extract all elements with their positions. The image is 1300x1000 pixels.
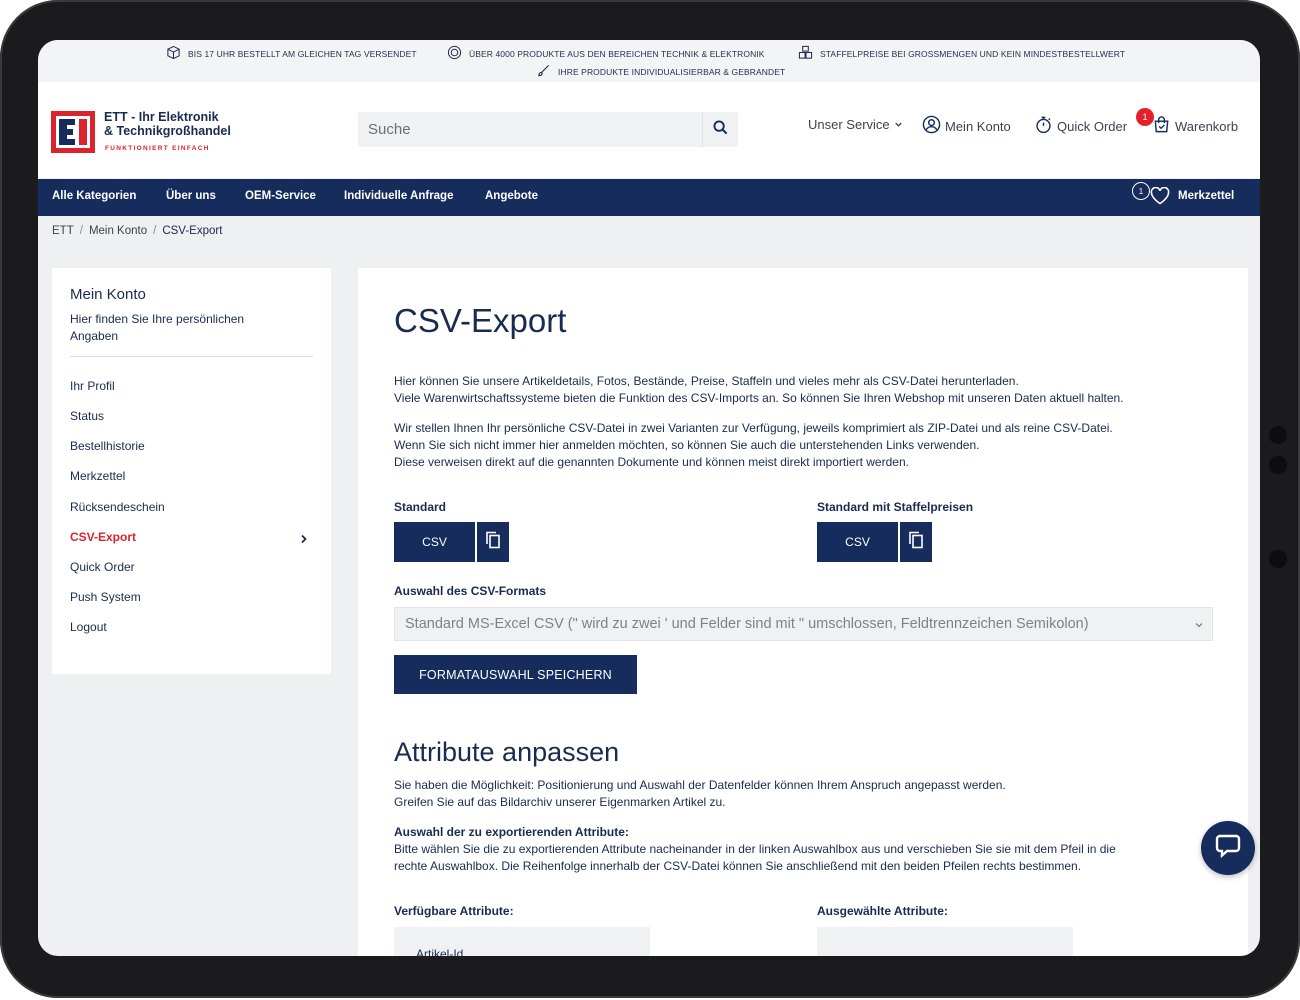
copy-icon bbox=[908, 531, 924, 554]
info-text: Wir stellen Ihnen Ihr persönliche CSV-Da… bbox=[394, 421, 1113, 435]
nav-wishlist[interactable]: Merkzettel bbox=[1178, 190, 1234, 202]
sidebar-item-logout[interactable]: Logout bbox=[70, 620, 107, 634]
main-content: CSV-Export Hier können Sie unsere Artike… bbox=[358, 268, 1248, 956]
brush-icon bbox=[536, 63, 551, 80]
account-sidebar: Mein Konto Hier finden Sie Ihre persönli… bbox=[52, 268, 331, 674]
breadcrumb-separator: / bbox=[79, 225, 83, 237]
info-text: Wenn Sie sich nicht immer hier anmelden … bbox=[394, 438, 980, 452]
list-item[interactable]: Artikel-Id bbox=[416, 947, 463, 956]
breadcrumb: ETT / Mein Konto / CSV-Export bbox=[52, 225, 222, 237]
sidebar-item-status[interactable]: Status bbox=[70, 409, 104, 423]
intro-text: Viele Warenwirtschaftssysteme bieten die… bbox=[394, 391, 1124, 405]
info-products: ÜBER 4000 PRODUKTE AUS DEN BEREICHEN TEC… bbox=[447, 45, 765, 62]
user-icon bbox=[922, 115, 941, 137]
boxes-icon bbox=[798, 45, 813, 62]
camera-dot bbox=[1269, 456, 1287, 474]
service-menu[interactable]: Unser Service bbox=[808, 117, 903, 132]
nav-about[interactable]: Über uns bbox=[166, 190, 216, 202]
sidebar-item-order-history[interactable]: Bestellhistorie bbox=[70, 439, 145, 453]
attributes-instructions: rechte Auswahlbox. Die Reihenfolge inner… bbox=[394, 859, 1082, 873]
breadcrumb-item[interactable]: Mein Konto bbox=[89, 225, 147, 237]
chevron-down-icon bbox=[894, 117, 903, 132]
intro-text: Hier können Sie unsere Artikeldetails, F… bbox=[394, 374, 1019, 388]
logo[interactable] bbox=[51, 111, 95, 153]
available-attributes-label: Verfügbare Attribute: bbox=[394, 904, 514, 918]
chat-icon bbox=[1215, 834, 1241, 863]
page-title: CSV-Export bbox=[394, 302, 567, 339]
sidebar-item-wishlist[interactable]: Merkzettel bbox=[70, 469, 125, 483]
logo-tagline: FUNKTIONIERT EINFACH bbox=[105, 145, 210, 152]
quick-order-link[interactable]: Quick Order bbox=[1034, 115, 1127, 137]
tablet-frame: BIS 17 UHR BESTELLT AM GLEICHEN TAG VERS… bbox=[0, 0, 1300, 998]
available-attributes-listbox[interactable]: Artikel-Id bbox=[394, 927, 650, 956]
staffel-label: Standard mit Staffelpreisen bbox=[817, 500, 974, 514]
staffel-csv-button[interactable]: CSV bbox=[817, 522, 898, 562]
search-button[interactable] bbox=[702, 112, 738, 147]
shopping-bag-icon bbox=[1152, 115, 1171, 137]
nav-oem-service[interactable]: OEM-Service bbox=[245, 190, 316, 202]
sidebar-item-profile[interactable]: Ihr Profil bbox=[70, 379, 115, 393]
camera-dot bbox=[1269, 426, 1287, 444]
csv-format-select[interactable]: Standard MS-Excel CSV (" wird zu zwei ' … bbox=[394, 607, 1213, 641]
camera-dot bbox=[1269, 550, 1287, 568]
main-nav: Alle Kategorien Über uns OEM-Service Ind… bbox=[38, 179, 1260, 216]
wishlist-count-badge: 1 bbox=[1132, 182, 1150, 200]
heart-icon[interactable] bbox=[1150, 186, 1170, 210]
divider bbox=[70, 356, 313, 357]
attributes-text: Greifen Sie auf das Bildarchiv unserer E… bbox=[394, 795, 726, 809]
header: ETT - Ihr Elektronik & Technikgroßhandel… bbox=[38, 82, 1260, 178]
chevron-down-icon bbox=[1194, 618, 1204, 634]
info-text: Diese verweisen direkt auf die genannten… bbox=[394, 455, 909, 469]
sidebar-item-return-slip[interactable]: Rücksendeschein bbox=[70, 500, 165, 514]
cart-link[interactable]: Warenkorb bbox=[1152, 115, 1238, 137]
breadcrumb-item[interactable]: ETT bbox=[52, 225, 74, 237]
chevron-right-icon bbox=[300, 531, 308, 549]
standard-label: Standard bbox=[394, 500, 447, 514]
sidebar-item-csv-export[interactable]: CSV-Export bbox=[70, 530, 136, 544]
info-shipping: BIS 17 UHR BESTELLT AM GLEICHEN TAG VERS… bbox=[166, 45, 417, 62]
account-link[interactable]: Mein Konto bbox=[922, 115, 1011, 137]
attributes-subtitle: Auswahl der zu exportierenden Attribute: bbox=[394, 825, 629, 839]
info-bar: BIS 17 UHR BESTELLT AM GLEICHEN TAG VERS… bbox=[38, 40, 1260, 82]
attributes-text: Sie haben die Möglichkeit: Positionierun… bbox=[394, 778, 1006, 792]
breadcrumb-current: CSV-Export bbox=[162, 225, 223, 237]
staffel-csv-group: CSV bbox=[817, 522, 932, 562]
sidebar-description: Hier finden Sie Ihre persönlichen Angabe… bbox=[70, 312, 245, 343]
nav-all-categories[interactable]: Alle Kategorien bbox=[52, 190, 136, 202]
stopwatch-icon bbox=[1034, 115, 1053, 137]
screen: BIS 17 UHR BESTELLT AM GLEICHEN TAG VERS… bbox=[38, 40, 1260, 956]
copy-link-button[interactable] bbox=[477, 522, 509, 562]
copy-link-button[interactable] bbox=[900, 522, 932, 562]
info-branding: IHRE PRODUKTE INDIVIDUALISIERBAR & GEBRA… bbox=[536, 63, 785, 80]
breadcrumb-separator: / bbox=[153, 225, 157, 237]
box-icon bbox=[166, 45, 181, 62]
logo-title: ETT - Ihr Elektronik & Technikgroßhandel bbox=[104, 110, 231, 138]
selected-attributes-listbox[interactable] bbox=[817, 927, 1073, 956]
chat-button[interactable] bbox=[1201, 821, 1255, 875]
selected-attributes-label: Ausgewählte Attribute: bbox=[817, 904, 948, 918]
save-format-button[interactable]: FORMATAUSWAHL SPEICHERN bbox=[394, 655, 637, 694]
sidebar-item-push-system[interactable]: Push System bbox=[70, 590, 141, 604]
copy-icon bbox=[485, 531, 501, 554]
info-pricing: STAFFELPREISE BEI GROSSMENGEN UND KEIN M… bbox=[798, 45, 1125, 62]
format-label: Auswahl des CSV-Formats bbox=[394, 584, 547, 598]
badge-icon bbox=[447, 45, 462, 62]
sidebar-item-quick-order[interactable]: Quick Order bbox=[70, 560, 135, 574]
nav-offers[interactable]: Angebote bbox=[485, 190, 538, 202]
standard-csv-button[interactable]: CSV bbox=[394, 522, 475, 562]
search-bar bbox=[358, 112, 738, 147]
sidebar-title: Mein Konto bbox=[70, 286, 146, 303]
standard-csv-group: CSV bbox=[394, 522, 509, 562]
nav-custom-request[interactable]: Individuelle Anfrage bbox=[344, 190, 453, 202]
search-input[interactable] bbox=[358, 112, 703, 147]
attributes-title: Attribute anpassen bbox=[394, 737, 620, 767]
attributes-instructions: Bitte wählen Sie die zu exportierenden A… bbox=[394, 842, 1116, 856]
search-icon bbox=[713, 119, 728, 140]
